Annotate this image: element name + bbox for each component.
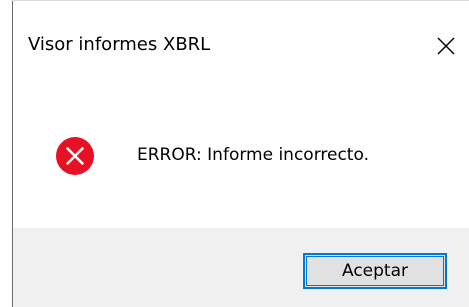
close-button[interactable] bbox=[426, 26, 466, 66]
dialog-top-border bbox=[12, 0, 469, 1]
dialog-content: ERROR: Informe incorrecto. bbox=[13, 70, 469, 228]
error-icon bbox=[56, 137, 94, 175]
error-dialog: Visor informes XBRL ERROR: Informe incor… bbox=[0, 0, 469, 307]
accept-button[interactable]: Aceptar bbox=[303, 253, 447, 289]
dialog-footer: Aceptar bbox=[13, 228, 469, 307]
error-message: ERROR: Informe incorrecto. bbox=[137, 145, 369, 165]
close-icon bbox=[437, 37, 455, 55]
dialog-title: Visor informes XBRL bbox=[28, 34, 211, 55]
